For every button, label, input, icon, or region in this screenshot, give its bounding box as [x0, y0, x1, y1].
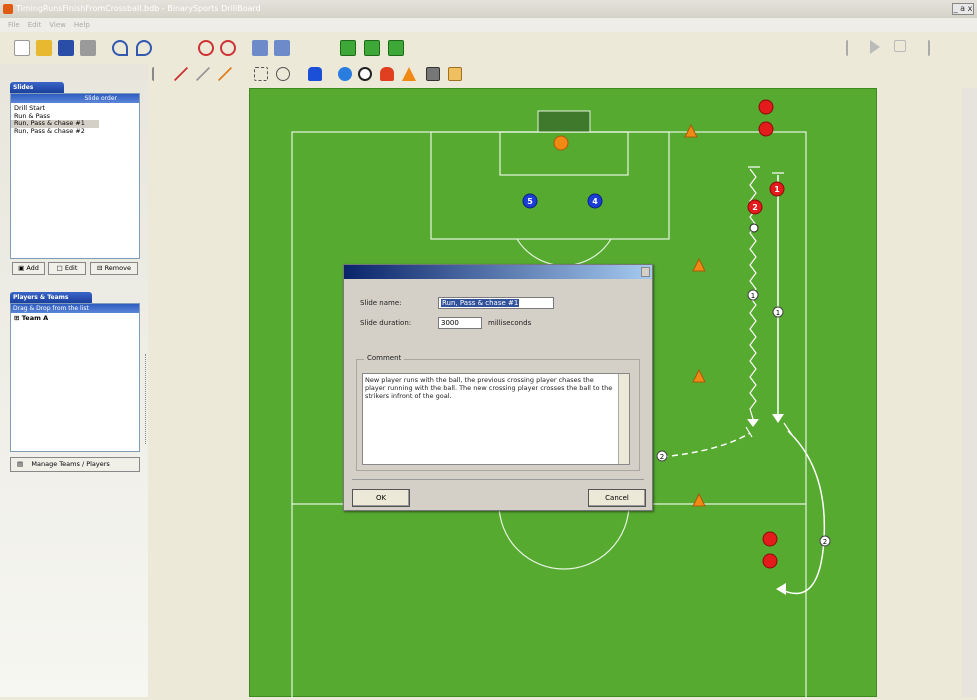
manage-icon: ▤ [17, 460, 24, 468]
comment-scrollbar[interactable] [618, 374, 629, 464]
penalty-box [430, 131, 670, 240]
comment-label: Comment [364, 354, 405, 362]
boot-icon[interactable] [380, 67, 394, 81]
chase-start-bar [783, 422, 793, 436]
slide-name-input[interactable]: Run, Pass & chase #1 [438, 297, 554, 309]
save-icon[interactable] [58, 40, 74, 56]
ball[interactable] [749, 223, 759, 233]
goalkeeper[interactable] [553, 135, 569, 151]
slide-properties-dialog: Slide name: Run, Pass & chase #1 Slide d… [343, 264, 653, 511]
rotate-left-icon[interactable] [252, 40, 268, 56]
arrow-label: 1 [751, 292, 755, 300]
menu-help[interactable]: Help [74, 18, 90, 32]
play-icon[interactable] [870, 40, 880, 54]
red-player-number: 2 [752, 203, 758, 212]
duration-unit-label: milliseconds [488, 319, 532, 327]
slide-item[interactable]: Run, Pass & chase #2 [11, 127, 139, 136]
pitch-full-icon[interactable] [340, 40, 356, 56]
arrow-label: 2 [660, 453, 664, 461]
note-icon[interactable] [448, 67, 462, 81]
undo-icon[interactable] [112, 40, 128, 56]
slide-name-label: Slide name: [360, 299, 402, 307]
dribble-arrowhead [747, 419, 759, 427]
run-line-icon[interactable] [174, 67, 188, 81]
slide-duration-label: Slide duration: [360, 319, 412, 327]
last-slide-icon[interactable] [918, 40, 930, 56]
window-title-bar: TimingRunsFinishFromCrossball.bdb - Bina… [0, 0, 977, 18]
select-arrow-icon[interactable] [152, 67, 166, 81]
slides-panel-header: Slides [10, 82, 64, 93]
slides-list: Slide order Drill Start Run & Pass Run, … [10, 93, 140, 259]
manage-teams-button[interactable]: ▤ Manage Teams / Players [10, 457, 140, 472]
ok-button[interactable]: OK [352, 489, 410, 507]
red-player[interactable] [762, 531, 778, 547]
pass-line-icon[interactable] [196, 67, 210, 81]
app-icon [3, 4, 13, 14]
new-file-icon[interactable] [14, 40, 30, 56]
players-icon[interactable] [338, 67, 352, 81]
cone[interactable] [692, 368, 706, 383]
red-player[interactable] [758, 99, 774, 115]
players-panel-header: Players & Teams [10, 292, 92, 303]
arrow-label: 2 [823, 538, 827, 546]
menu-bar: File Edit View Help [0, 18, 977, 32]
pitch-quarter-icon[interactable] [388, 40, 404, 56]
shirt-icon[interactable] [308, 67, 322, 81]
cone[interactable] [692, 257, 706, 272]
players-list: Drag & Drop from the list ⊞ Team A [10, 303, 140, 452]
slide-order-label[interactable]: Slide order [11, 94, 139, 103]
team-item[interactable]: ⊞ Team A [11, 314, 139, 323]
ellipse-tool-icon[interactable] [276, 67, 290, 81]
main-toolbar [0, 32, 977, 64]
board-icon[interactable] [426, 67, 440, 81]
splitter-handle[interactable] [145, 354, 148, 444]
edit-slide-button[interactable]: □ Edit [48, 262, 86, 275]
slide-duration-input[interactable]: 3000 [438, 317, 482, 329]
zoom-in-icon[interactable] [198, 40, 214, 56]
cone[interactable] [692, 492, 706, 507]
red-player[interactable] [758, 121, 774, 137]
stop-icon[interactable] [894, 40, 906, 52]
window-controls[interactable]: _ a x [952, 3, 974, 15]
dialog-title-bar [344, 265, 652, 279]
pitch-half-icon[interactable] [364, 40, 380, 56]
rotate-right-icon[interactable] [274, 40, 290, 56]
first-slide-icon[interactable] [846, 40, 858, 56]
dribble-line-icon[interactable] [218, 67, 232, 81]
red-player[interactable] [762, 553, 778, 569]
menu-file[interactable]: File [8, 18, 20, 32]
run-path-1-arrowhead [772, 414, 784, 423]
menu-view[interactable]: View [49, 18, 66, 32]
rectangle-tool-icon[interactable] [254, 67, 268, 81]
chase-path[interactable] [779, 430, 826, 595]
penalty-arc [516, 238, 612, 266]
cone[interactable] [684, 123, 698, 138]
redo-icon[interactable] [136, 40, 152, 56]
drag-drop-hint: Drag & Drop from the list [11, 304, 139, 313]
zoom-out-icon[interactable] [220, 40, 236, 56]
left-panel: Slides Slide order Drill Start Run & Pas… [0, 64, 148, 697]
cancel-button[interactable]: Cancel [588, 489, 646, 507]
blue-player-number: 4 [592, 197, 598, 206]
right-scrollbar[interactable] [962, 88, 977, 697]
close-icon[interactable] [641, 267, 650, 277]
ball-icon[interactable] [358, 67, 372, 81]
menu-edit[interactable]: Edit [28, 18, 42, 32]
cone-icon[interactable] [402, 67, 416, 81]
remove-slide-button[interactable]: ⊟ Remove [90, 262, 138, 275]
print-icon[interactable] [80, 40, 96, 56]
dialog-divider [352, 479, 644, 480]
add-slide-button[interactable]: ▣ Add [12, 262, 45, 275]
comment-textarea[interactable]: New player runs with the ball, the previ… [362, 373, 630, 465]
window-title: TimingRunsFinishFromCrossball.bdb - Bina… [16, 4, 261, 13]
chase-arrowhead [776, 583, 786, 595]
pass-path[interactable] [661, 432, 751, 458]
open-folder-icon[interactable] [36, 40, 52, 56]
drawing-toolbar [148, 64, 977, 86]
arrow-label: 1 [776, 309, 780, 317]
red-player-number: 1 [774, 185, 780, 194]
blue-player-number: 5 [527, 197, 533, 206]
pass-end-bar [745, 426, 753, 438]
goal [537, 110, 591, 133]
